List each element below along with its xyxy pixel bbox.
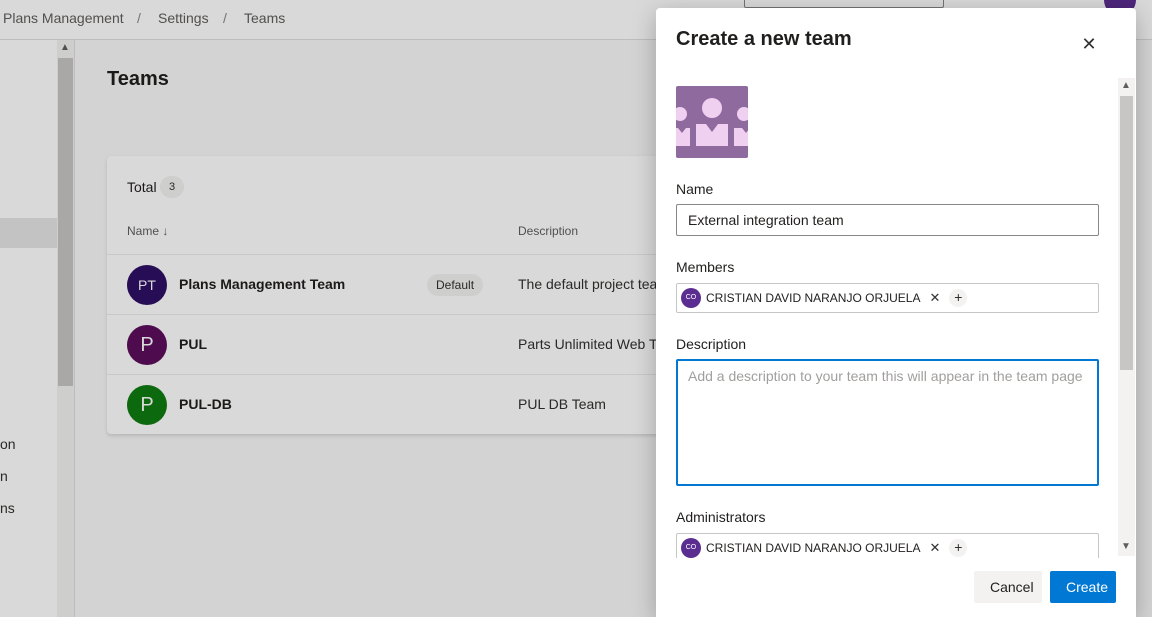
avatar: CO xyxy=(681,288,701,308)
admin-pill: CO CRISTIAN DAVID NARANJO ORJUELA ✕ + xyxy=(681,537,968,558)
members-picker[interactable]: CO CRISTIAN DAVID NARANJO ORJUELA ✕ + xyxy=(676,283,1099,313)
administrators-picker[interactable]: CO CRISTIAN DAVID NARANJO ORJUELA ✕ + xyxy=(676,533,1099,558)
chevron-up-icon[interactable]: ▲ xyxy=(1121,80,1131,91)
scrollbar-thumb[interactable] xyxy=(1120,96,1133,370)
description-label: Description xyxy=(676,336,747,352)
dialog-scrollbar[interactable]: ▲ ▼ xyxy=(1118,78,1135,556)
cancel-button[interactable]: Cancel xyxy=(974,571,1042,603)
remove-admin-icon[interactable]: ✕ xyxy=(929,540,940,556)
avatar: CO xyxy=(681,538,701,558)
admin-name: CRISTIAN DAVID NARANJO ORJUELA xyxy=(706,541,921,555)
add-admin-icon[interactable]: + xyxy=(949,539,968,557)
member-name: CRISTIAN DAVID NARANJO ORJUELA xyxy=(706,291,921,305)
member-pill: CO CRISTIAN DAVID NARANJO ORJUELA ✕ + xyxy=(681,287,968,309)
description-textarea[interactable] xyxy=(676,359,1099,486)
name-label: Name xyxy=(676,181,714,197)
close-icon[interactable]: ✕ xyxy=(1076,32,1102,56)
dialog-body: Name Members CO CRISTIAN DAVID NARANJO O… xyxy=(656,78,1136,558)
create-team-dialog: Create a new team ✕ Name Members CO CRIS… xyxy=(656,8,1136,617)
team-name-input[interactable] xyxy=(676,204,1099,236)
create-button[interactable]: Create xyxy=(1050,571,1116,603)
team-group-icon[interactable] xyxy=(676,86,748,158)
chevron-down-icon[interactable]: ▼ xyxy=(1121,541,1131,552)
administrators-label: Administrators xyxy=(676,509,766,525)
add-member-icon[interactable]: + xyxy=(949,289,968,307)
remove-member-icon[interactable]: ✕ xyxy=(929,290,940,306)
members-label: Members xyxy=(676,259,735,275)
dialog-title: Create a new team xyxy=(676,28,852,50)
